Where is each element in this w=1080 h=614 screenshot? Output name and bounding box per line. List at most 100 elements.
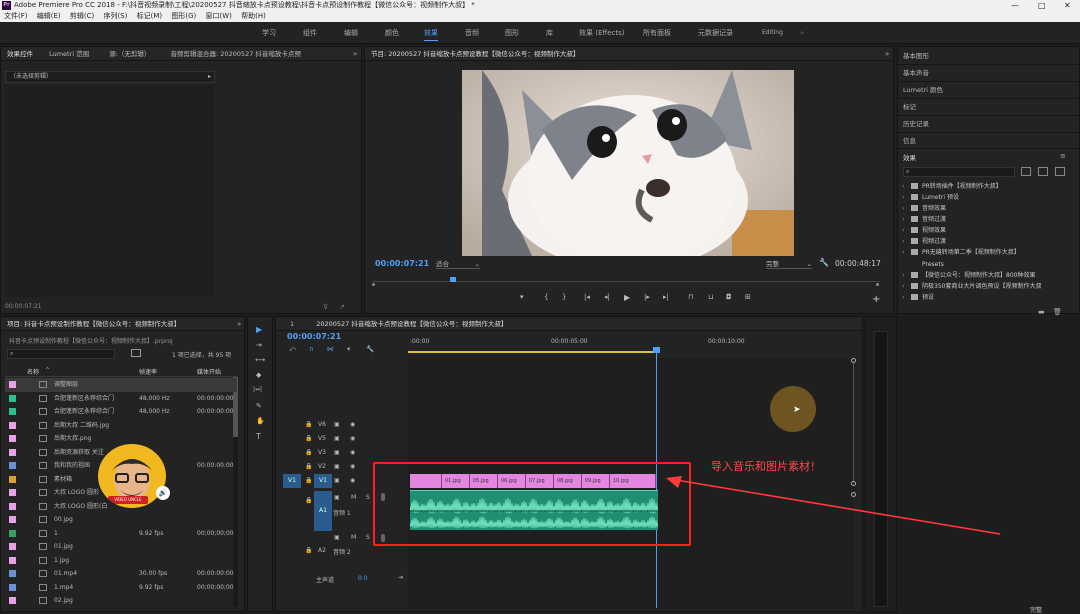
workspace-graphics[interactable]: 图形 bbox=[505, 22, 519, 44]
extract-icon[interactable]: ⊔ bbox=[708, 293, 713, 301]
label-color-swatch[interactable] bbox=[9, 421, 16, 429]
panel-history[interactable]: 历史记录 bbox=[903, 118, 929, 128]
workspace-editing-en[interactable]: Editing bbox=[762, 22, 783, 44]
mute-button[interactable]: M bbox=[351, 534, 356, 541]
fit-dropdown[interactable]: 适合 ⌄ bbox=[436, 259, 480, 269]
scrub-end-handle[interactable] bbox=[876, 283, 879, 286]
sync-icon[interactable]: ▣ bbox=[334, 463, 340, 470]
effects-folder[interactable]: › 阴极350套商业大片调色预设【视频制作大叔 bbox=[900, 281, 1070, 292]
eye-icon[interactable]: ◉ bbox=[350, 463, 355, 470]
project-item[interactable]: 后期大叔.png bbox=[5, 432, 237, 446]
new-bin-icon[interactable] bbox=[131, 349, 141, 357]
eye-icon[interactable]: ◉ bbox=[350, 449, 355, 456]
project-item[interactable]: 01.mp4 30.00 fps 00:00:00:00 bbox=[5, 567, 237, 581]
sync-icon[interactable]: ▣ bbox=[334, 435, 340, 442]
selection-tool-icon[interactable]: ▶ bbox=[256, 325, 262, 334]
add-edit-icon[interactable]: ⋈ bbox=[327, 345, 334, 353]
project-item[interactable]: 1.mp4 9.92 fps 00;00;00;00 bbox=[5, 581, 237, 595]
project-search-input[interactable]: ⌕ bbox=[7, 349, 115, 359]
workspace-effects[interactable]: 效果 bbox=[424, 22, 438, 44]
add-marker-icon[interactable]: ▾ bbox=[520, 293, 524, 301]
sort-up-icon[interactable]: ^ bbox=[45, 367, 50, 374]
pen-tool-icon[interactable]: ✎ bbox=[256, 402, 262, 410]
workspace-more-icon[interactable]: » bbox=[800, 22, 804, 44]
effects-item[interactable]: Presets bbox=[900, 259, 1070, 270]
menu-edit[interactable]: 编辑(E) bbox=[37, 11, 61, 22]
eye-icon[interactable]: ◉ bbox=[350, 421, 355, 428]
workspace-libraries[interactable]: 库 bbox=[546, 22, 553, 44]
linked-selection-icon[interactable]: ∩ bbox=[309, 345, 314, 353]
workspace-all-panels[interactable]: 所有面板 bbox=[643, 22, 671, 44]
sync-icon[interactable]: ▣ bbox=[334, 449, 340, 456]
menu-help[interactable]: 帮助(H) bbox=[241, 11, 266, 22]
timeline-tab-number[interactable]: 1 bbox=[290, 320, 294, 328]
snap-icon[interactable]: ⤺ bbox=[289, 345, 296, 354]
slip-tool-icon[interactable]: |↔| bbox=[253, 386, 262, 393]
tab-lumetri-scopes[interactable]: Lumetri 范围 bbox=[49, 50, 89, 58]
effects-folder[interactable]: › PR转场插件【视频制作大叔】 bbox=[900, 181, 1070, 192]
menu-file[interactable]: 文件(F) bbox=[4, 11, 28, 22]
project-item[interactable]: 00.jpg bbox=[5, 513, 237, 527]
effects-folder[interactable]: › 视频过渡 bbox=[900, 236, 1070, 247]
panel-overflow-icon[interactable]: » bbox=[353, 50, 357, 58]
lock-icon[interactable]: 🔒 bbox=[305, 421, 312, 428]
effects-folder[interactable]: › 预设 bbox=[900, 292, 1070, 303]
solo-button[interactable]: S bbox=[366, 534, 370, 541]
step-back-icon[interactable]: ◂| bbox=[604, 293, 610, 301]
panel-lumetri-color[interactable]: Lumetri 颜色 bbox=[903, 84, 943, 94]
lift-icon[interactable]: ⊓ bbox=[688, 293, 693, 301]
type-tool-icon[interactable]: T bbox=[256, 432, 261, 441]
master-end-icon[interactable]: ⇥ bbox=[398, 574, 403, 581]
label-color-swatch[interactable] bbox=[9, 556, 16, 564]
effects-folder[interactable]: › 【微信公众号：视频制作大叔】800种效果 bbox=[900, 270, 1070, 281]
step-forward-icon[interactable]: |▸ bbox=[644, 293, 650, 301]
master-volume-value[interactable]: 0.0 bbox=[358, 575, 368, 582]
column-name[interactable]: 名称 bbox=[27, 367, 39, 376]
solo-button[interactable]: S bbox=[366, 494, 370, 501]
effects-folder[interactable]: › 音频效果 bbox=[900, 203, 1070, 214]
lock-icon[interactable]: 🔒 bbox=[305, 435, 312, 442]
effects-search-input[interactable]: ⌕ bbox=[903, 167, 1015, 177]
quality-dropdown[interactable]: 完整 ⌄ bbox=[766, 259, 812, 269]
label-color-swatch[interactable] bbox=[9, 502, 16, 510]
workspace-color[interactable]: 颜色 bbox=[385, 22, 399, 44]
mute-button[interactable]: M bbox=[351, 494, 356, 501]
close-button[interactable]: ✕ bbox=[1064, 0, 1071, 11]
play-icon[interactable]: ▶ bbox=[624, 293, 630, 302]
lock-icon[interactable]: 🔒 bbox=[305, 497, 312, 504]
workspace-assembly[interactable]: 组件 bbox=[303, 22, 317, 44]
mark-out-icon[interactable]: } bbox=[562, 293, 566, 301]
menu-sequence[interactable]: 序列(S) bbox=[103, 11, 127, 22]
tab-audio-mixer[interactable]: 音频剪辑混合器: 20200527 抖音缩放卡点预 bbox=[171, 50, 301, 58]
eye-icon[interactable]: ◉ bbox=[350, 477, 355, 484]
lock-icon[interactable]: 🔒 bbox=[305, 463, 312, 470]
workspace-learn[interactable]: 学习 bbox=[262, 22, 276, 44]
wrench-icon[interactable]: 🔧 bbox=[819, 258, 829, 267]
project-tab[interactable]: 项目: 抖音卡点预设制作教程【微信公众号：视频制作大叔】 bbox=[7, 320, 180, 328]
project-item[interactable]: 合肥蓬新区永荐综合门 48,000 Hz 00:00:00:00 bbox=[5, 392, 237, 406]
panel-essential-sound[interactable]: 基本声音 bbox=[903, 67, 929, 77]
panel-info[interactable]: 信息 bbox=[903, 135, 916, 145]
timeline-timecode[interactable]: 00:00:07:21 bbox=[287, 332, 341, 341]
effects-folder[interactable]: › PR无缝转场第二季【视频制作大叔】 bbox=[900, 247, 1070, 258]
workspace-audio[interactable]: 音频 bbox=[465, 22, 479, 44]
program-tab[interactable]: 节目: 20200527 抖音缩放卡点预设教程【微信公众号：视频制作大叔】 bbox=[371, 50, 579, 58]
eye-icon[interactable]: ◉ bbox=[350, 435, 355, 442]
project-item[interactable]: 02.jpg bbox=[5, 594, 237, 608]
time-ruler[interactable]: :00:00 00:00:05:00 00:00:10:00 bbox=[408, 332, 854, 354]
panel-overflow-icon[interactable]: » bbox=[885, 50, 889, 58]
workspace-effects-en[interactable]: 效果 (Effects) bbox=[579, 22, 624, 44]
label-color-swatch[interactable] bbox=[9, 408, 16, 415]
label-color-swatch[interactable] bbox=[9, 570, 16, 577]
lock-icon[interactable]: 🔒 bbox=[305, 449, 312, 456]
panel-markers[interactable]: 标记 bbox=[903, 101, 916, 111]
source-patch-v1[interactable]: V1 bbox=[283, 474, 301, 488]
tab-source[interactable]: 源:（无剪辑） bbox=[109, 50, 150, 58]
track-select-tool-icon[interactable]: ⇥ bbox=[256, 341, 262, 349]
export-icon[interactable]: ↗ bbox=[339, 303, 345, 311]
label-color-swatch[interactable] bbox=[9, 475, 16, 483]
playhead-marker[interactable] bbox=[450, 277, 456, 282]
yuv-effects-icon[interactable] bbox=[1055, 167, 1065, 176]
menu-window[interactable]: 窗口(W) bbox=[205, 11, 231, 22]
project-item[interactable]: 1 9.92 fps 00;00;00;00 bbox=[5, 527, 237, 541]
